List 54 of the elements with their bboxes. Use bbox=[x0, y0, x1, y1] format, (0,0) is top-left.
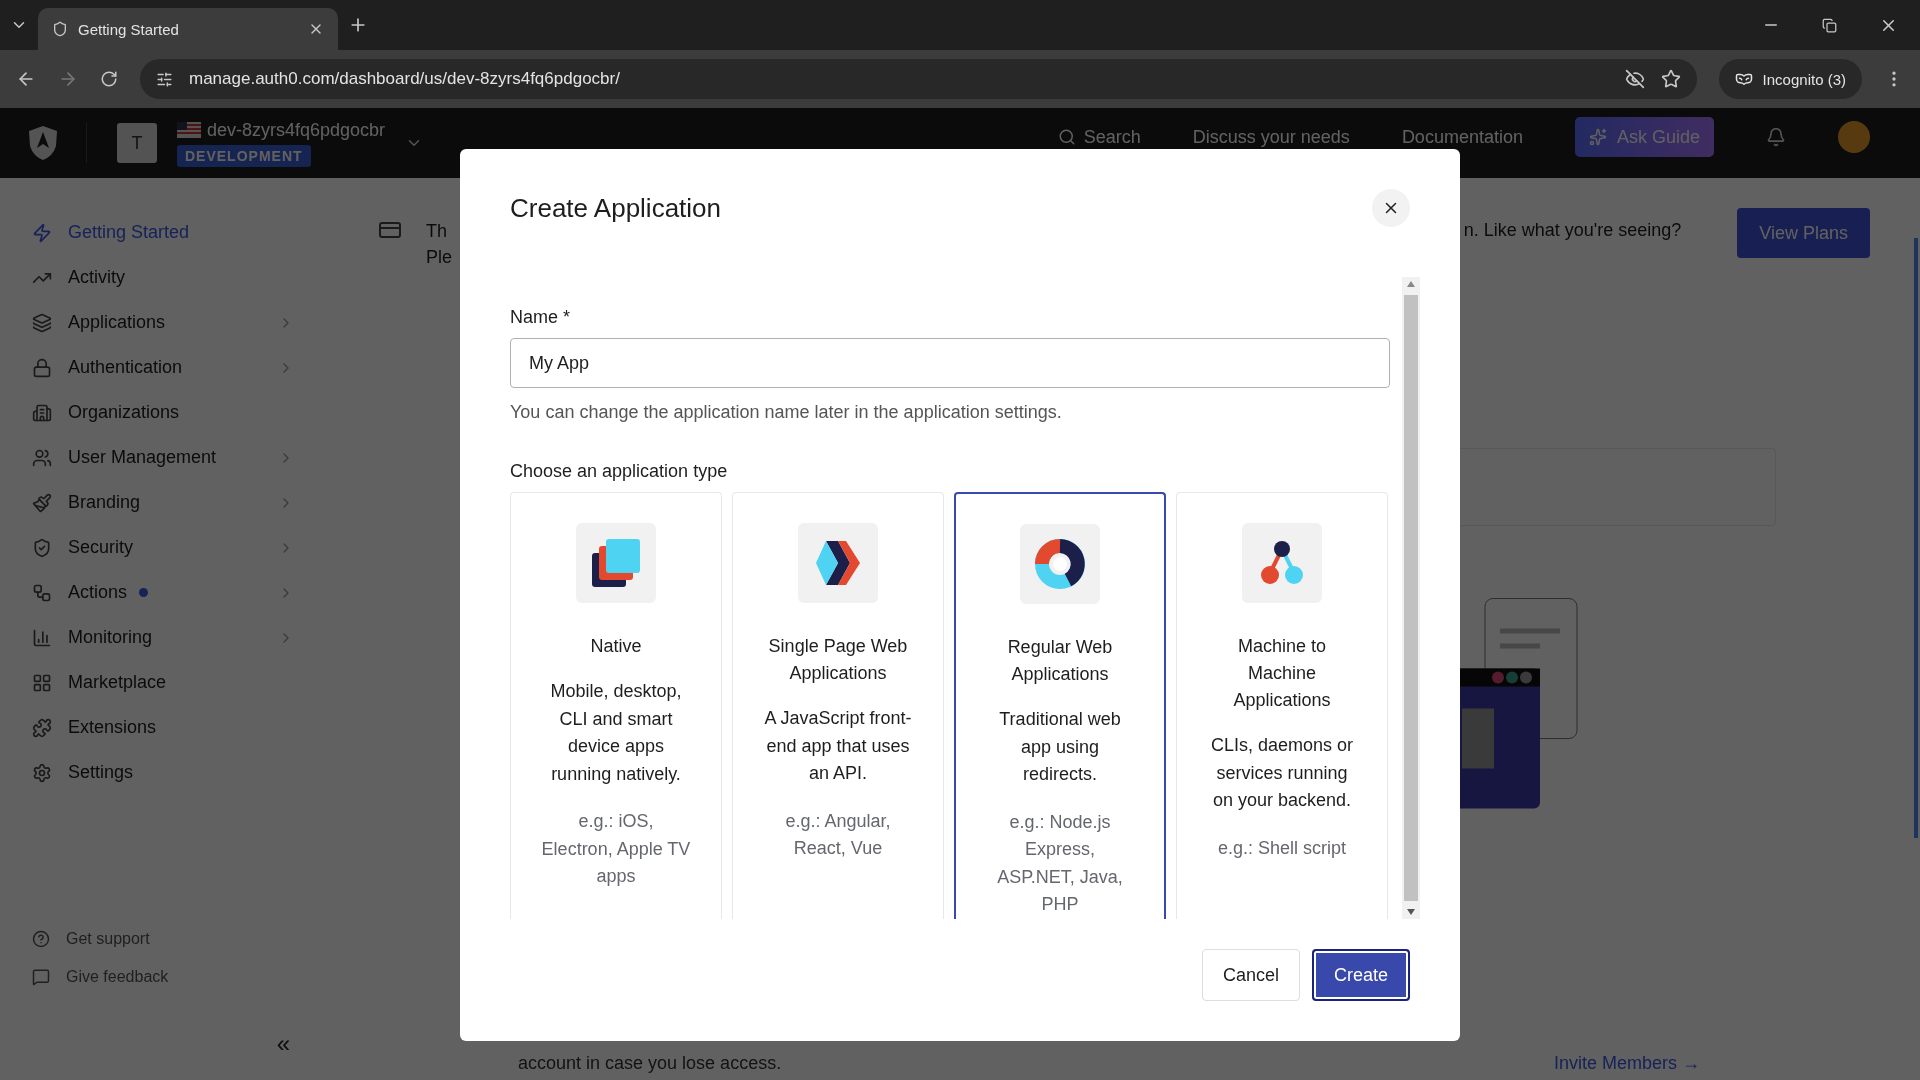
create-button[interactable]: Create bbox=[1311, 949, 1410, 1001]
incognito-button[interactable]: Incognito (3) bbox=[1718, 59, 1862, 99]
card-title: Single Page Web Applications bbox=[767, 635, 909, 685]
search-link[interactable]: Search bbox=[1057, 126, 1141, 148]
invite-members-link[interactable]: Invite Members → bbox=[1553, 1053, 1700, 1074]
environment-badge: DEVELOPMENT bbox=[177, 144, 311, 167]
app-type-card[interactable]: Single Page Web Applications A JavaScript front-end app that uses an API. e.g.: Angular, React, Vue bbox=[732, 492, 944, 919]
bottom-text: account in case you lose access. bbox=[518, 1053, 782, 1074]
card-description: A JavaScript front-end app that uses an API. bbox=[763, 707, 913, 785]
card-description: Traditional web app using redirects. bbox=[998, 708, 1122, 786]
sidebar-item[interactable]: Branding bbox=[32, 480, 330, 525]
sidebar-item[interactable]: Marketplace bbox=[32, 660, 330, 705]
name-input-field[interactable]: My App bbox=[510, 338, 1390, 388]
name-label: Name * bbox=[510, 307, 572, 328]
sidebar-item[interactable]: Applications bbox=[32, 300, 330, 345]
header-link[interactable]: Discuss your needs bbox=[1192, 126, 1350, 148]
card-examples: e.g.: Node.js Express, ASP.NET, Java, PHP bbox=[996, 810, 1124, 916]
collapse-sidebar-button[interactable]: « bbox=[276, 1030, 290, 1058]
feedback-link[interactable]: Give feedback bbox=[32, 964, 330, 990]
support-link[interactable]: Get support bbox=[32, 926, 330, 952]
card-description: CLIs, daemons or services running on your backend. bbox=[1209, 734, 1355, 812]
banner-text: Th bbox=[426, 220, 448, 243]
card-title: Regular Web Applications bbox=[1006, 636, 1114, 686]
sidebar-item[interactable]: Security bbox=[32, 525, 330, 570]
cancel-button[interactable]: Cancel bbox=[1201, 949, 1300, 1001]
card-examples: e.g.: Angular, React, Vue bbox=[784, 809, 892, 860]
card-title: Native bbox=[589, 635, 643, 658]
view-plans-button[interactable]: View Plans bbox=[1737, 208, 1870, 258]
sidebar-item[interactable]: Settings bbox=[32, 750, 330, 795]
sidebar-item[interactable]: Extensions bbox=[32, 705, 330, 750]
sidebar-item[interactable]: Getting Started bbox=[32, 210, 330, 255]
header-link[interactable]: Documentation bbox=[1401, 126, 1523, 148]
card-examples: e.g.: iOS, Electron, Apple TV apps bbox=[541, 810, 691, 888]
card-description: Mobile, desktop, CLI and smart device apps running natively. bbox=[549, 680, 683, 786]
sidebar-item[interactable]: Actions bbox=[32, 570, 330, 615]
banner-text: Ple bbox=[426, 246, 453, 269]
sidebar-item[interactable]: Monitoring bbox=[32, 615, 330, 660]
dialog-title: Create Application bbox=[510, 192, 722, 224]
app-type-card[interactable]: Regular Web Applications Traditional web app using redirects. e.g.: Node.js Express, ASP.NET, Java, PHP bbox=[954, 492, 1166, 919]
tenant-name[interactable]: dev-8zyrs4fq6pdgocbr bbox=[177, 119, 386, 141]
card-examples: e.g.: Shell script bbox=[1216, 836, 1348, 860]
address-bar[interactable]: manage.auth0.com/dashboard/us/dev-8zyrs4fq6pdgocbr/ bbox=[140, 59, 1697, 99]
sidebar-item[interactable]: User Management bbox=[32, 435, 330, 480]
tenant-avatar[interactable]: T bbox=[117, 123, 157, 163]
section-heading: Choose an application type bbox=[510, 461, 729, 482]
browser-tab[interactable]: Getting Started bbox=[38, 8, 338, 50]
banner-text: n. Like what you're seeing? bbox=[1463, 220, 1682, 241]
sidebar-item[interactable]: Activity bbox=[32, 255, 330, 300]
card-title: Machine to Machine Applications bbox=[1232, 635, 1332, 712]
sidebar-item[interactable]: Organizations bbox=[32, 390, 330, 435]
app-type-card[interactable]: Machine to Machine Applications CLIs, daemons or services running on your backend. e.g.: Shell script bbox=[1176, 492, 1388, 919]
helper-text: You can change the application name later in the application settings. bbox=[510, 402, 1063, 423]
app-type-card[interactable]: Native Mobile, desktop, CLI and smart device apps running natively. e.g.: iOS, Electron, Apple TV apps bbox=[510, 492, 722, 919]
sidebar-item[interactable]: Authentication bbox=[32, 345, 330, 390]
